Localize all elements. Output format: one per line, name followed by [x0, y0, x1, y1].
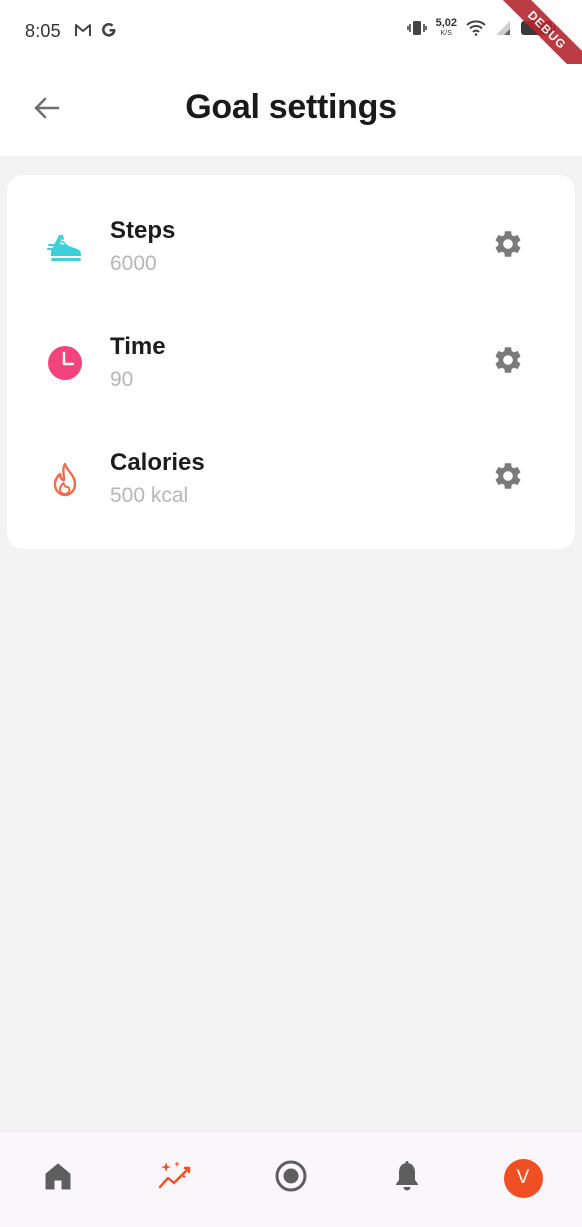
avatar: V: [503, 1158, 543, 1198]
google-icon: [101, 22, 117, 38]
gear-icon: [492, 344, 524, 381]
goal-title: Time: [110, 333, 166, 360]
sparkle-chart-icon: [157, 1159, 193, 1198]
steps-settings-button[interactable]: [491, 229, 525, 263]
goal-title: Steps: [110, 217, 176, 244]
goal-title: Calories: [110, 449, 205, 476]
nav-notifications[interactable]: [385, 1156, 429, 1200]
bottom-nav: V: [0, 1131, 582, 1227]
app-bar: Goal settings: [0, 64, 582, 156]
status-time: 8:05: [25, 21, 61, 41]
record-icon: [274, 1159, 308, 1198]
net-speed-value: 5,02: [435, 17, 457, 29]
gear-icon: [492, 228, 524, 265]
battery-icon: [520, 19, 556, 37]
nav-home[interactable]: [36, 1156, 80, 1200]
clock-icon: [45, 343, 85, 383]
page-title: Goal settings: [185, 88, 397, 126]
status-right-icons: 5,02 K/S: [398, 18, 556, 37]
nav-record[interactable]: [269, 1156, 313, 1200]
goal-row-steps[interactable]: Steps 6000: [7, 175, 575, 291]
goal-row-calories[interactable]: Calories 500 kcal: [7, 407, 575, 523]
flame-icon: [45, 459, 85, 499]
goal-value: 90: [110, 368, 134, 391]
gmail-icon: [74, 23, 92, 37]
nav-profile[interactable]: V: [501, 1156, 545, 1200]
time-settings-button[interactable]: [491, 345, 525, 379]
goal-row-time[interactable]: Time 90: [7, 291, 575, 407]
bell-icon: [392, 1160, 422, 1197]
signal-icon: [495, 20, 511, 36]
goals-card: Steps 6000 Time 90 Calories 500 kcal: [7, 175, 575, 549]
goal-value: 500 kcal: [110, 484, 189, 507]
status-bar: 8:05 5,02 K/S DEBUG: [0, 0, 582, 84]
network-speed: 5,02 K/S: [435, 17, 457, 38]
net-speed-unit: K/S: [440, 30, 452, 37]
shoe-icon: [45, 227, 85, 267]
nav-activity[interactable]: [153, 1156, 197, 1200]
vibrate-icon: [406, 19, 427, 37]
calories-settings-button[interactable]: [491, 461, 525, 495]
status-left-icons: [74, 22, 126, 38]
gear-icon: [492, 460, 524, 497]
wifi-icon: [466, 19, 486, 36]
home-icon: [43, 1161, 73, 1196]
goal-value: 6000: [110, 252, 157, 275]
